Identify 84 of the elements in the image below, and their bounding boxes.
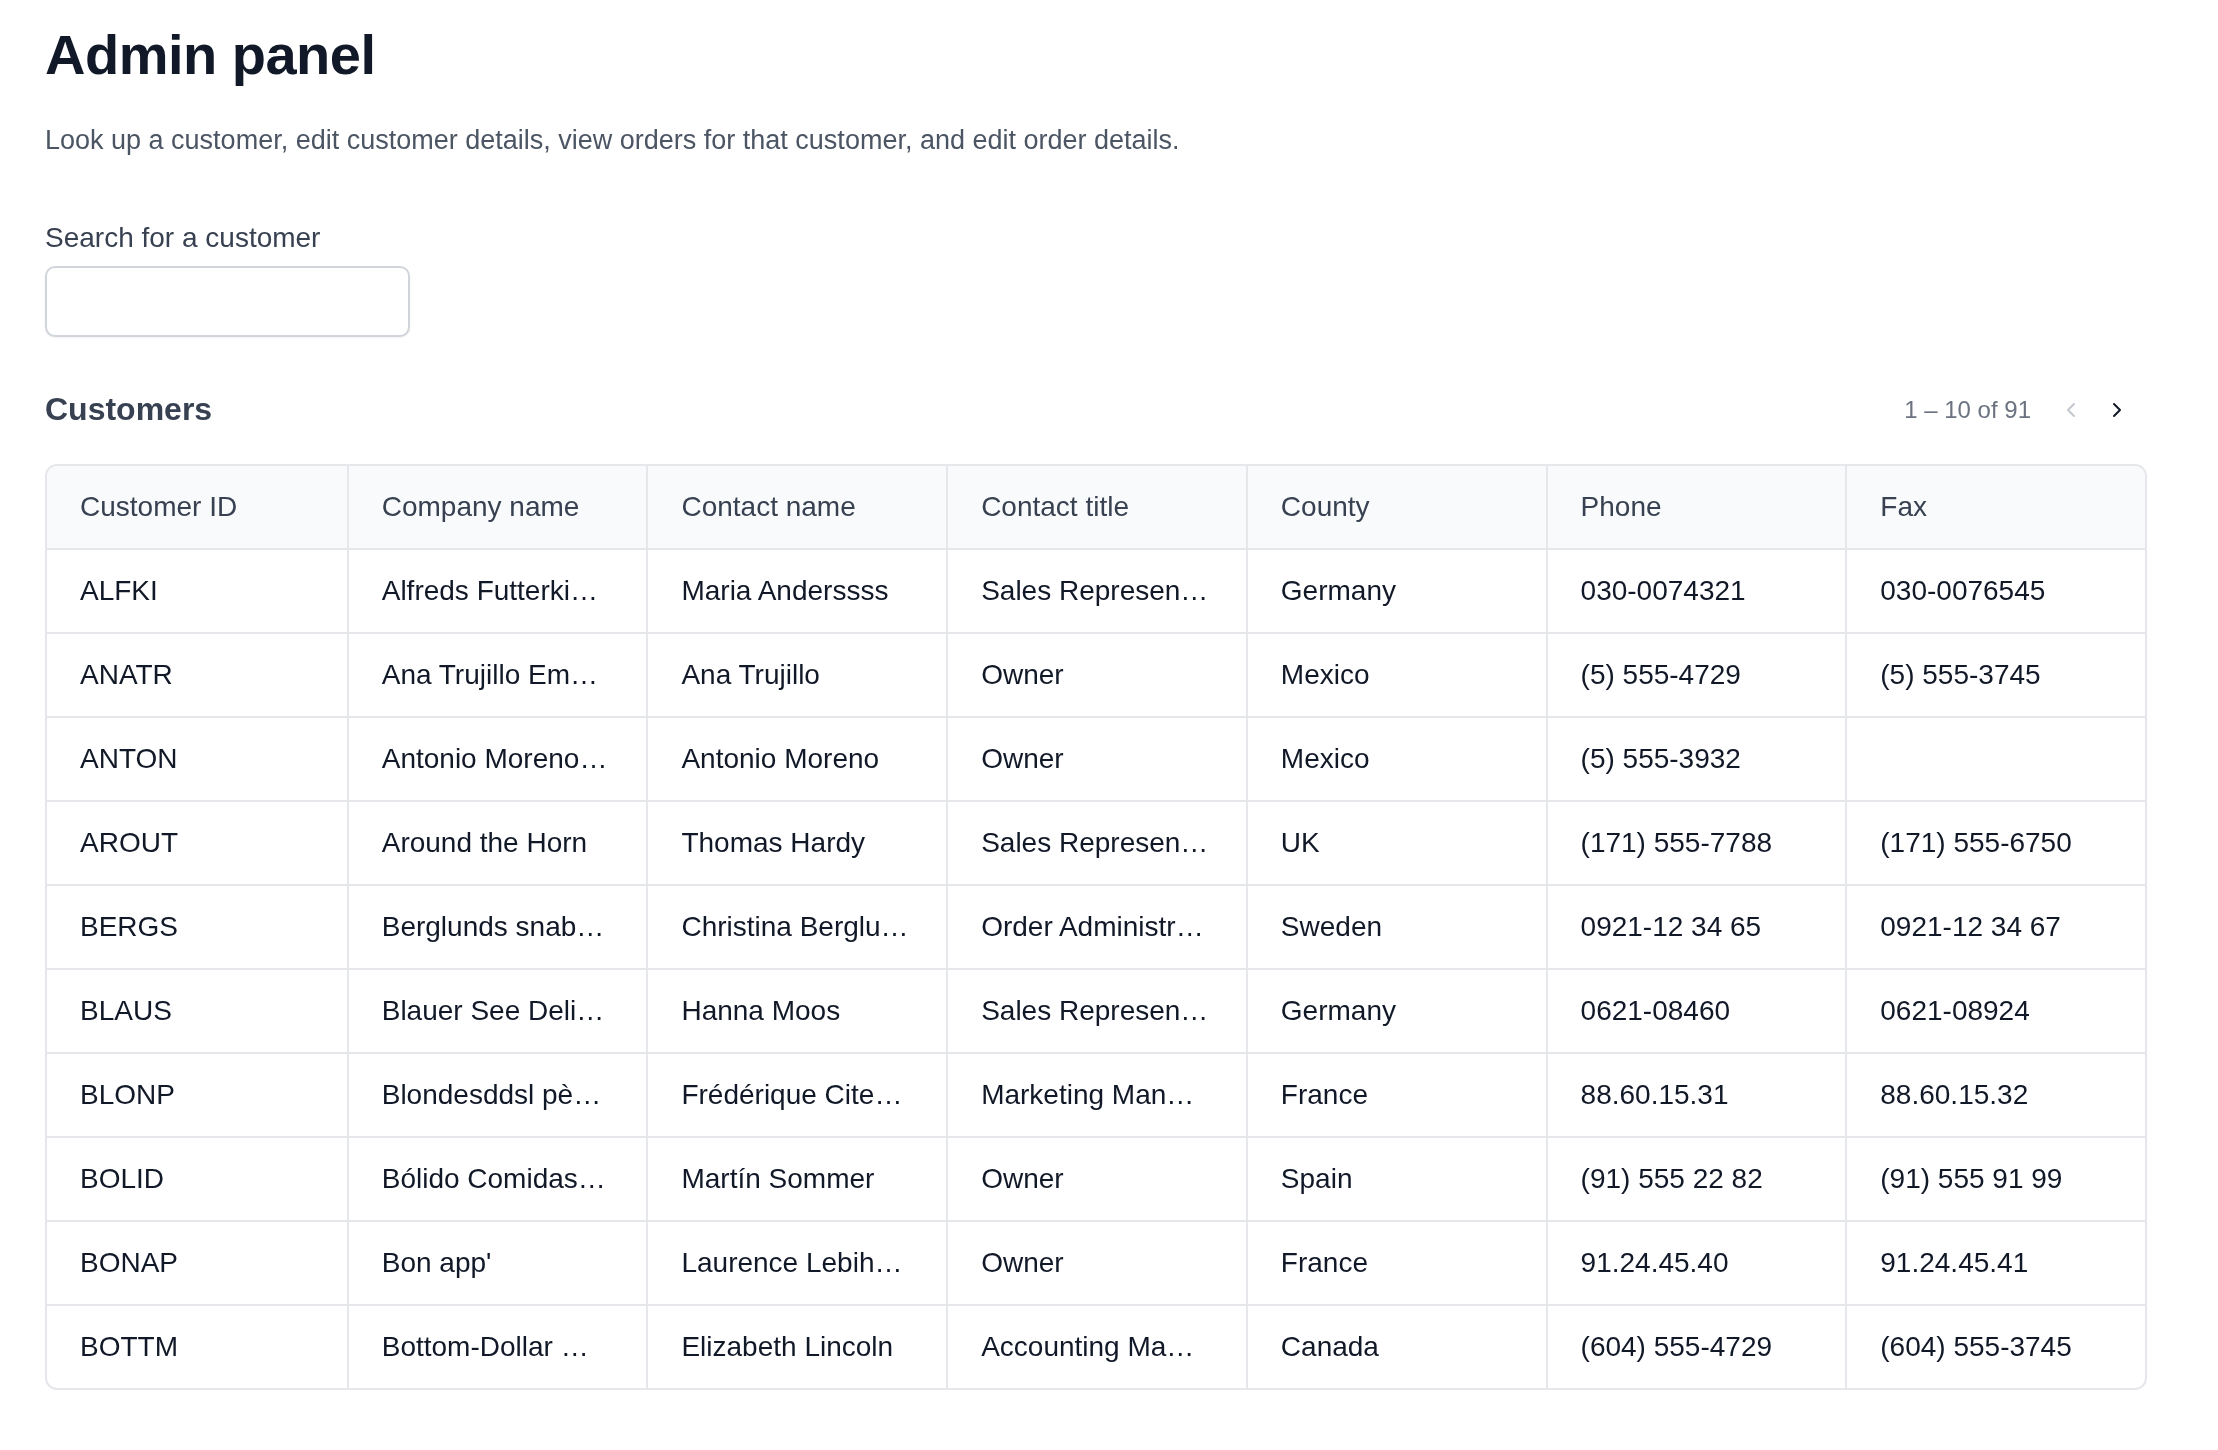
table-cell: France: [1245, 1054, 1546, 1136]
table-cell: Mexico: [1245, 718, 1546, 800]
table-cell-text: BONAP: [79, 1246, 180, 1280]
table-cell: (5) 555-4729: [1545, 634, 1846, 716]
table-cell: Spain: [1245, 1138, 1546, 1220]
table-cell: Sales Represen…: [946, 550, 1246, 632]
table-cell: Germany: [1245, 970, 1546, 1052]
table-cell: Frédérique Cite…: [646, 1054, 947, 1136]
section-title: Customers: [45, 391, 213, 428]
table-cell: Martín Sommer: [646, 1138, 947, 1220]
table-cell: Around the Horn: [346, 802, 647, 884]
table-cell-text: ALFKI: [79, 574, 159, 608]
table-cell: Blondesddsl pè…: [346, 1054, 647, 1136]
table-cell: Germany: [1245, 550, 1546, 632]
table-cell-text: BERGS: [79, 910, 180, 944]
table-cell: Bon app': [346, 1222, 647, 1304]
table-cell: 88.60.15.31: [1545, 1054, 1846, 1136]
column-header: Contact title: [946, 466, 1246, 548]
table-cell-text: ANATR: [79, 658, 174, 692]
column-header: Customer ID: [79, 490, 239, 524]
chevron-left-icon: [2065, 400, 2077, 419]
table-cell: Owner: [946, 1222, 1246, 1304]
table-cell: Marketing Man…: [946, 1054, 1246, 1136]
table-cell: 0921-12 34 65: [1545, 886, 1846, 968]
table-cell: 0621-08924: [1845, 970, 2145, 1052]
table-cell: Sales Represen…: [946, 802, 1246, 884]
column-header: Fax: [1845, 466, 2145, 548]
table-cell: Berglunds snab…: [346, 886, 647, 968]
pagination-range: 1 – 10 of 91: [1904, 395, 2031, 424]
table-cell: 030-0074321: [1545, 550, 1846, 632]
table-cell: 0621-08460: [1545, 970, 1846, 1052]
table-cell: Canada: [1245, 1306, 1546, 1388]
table-cell: (171) 555-6750: [1845, 802, 2145, 884]
table-cell-text: BOTTM: [79, 1330, 179, 1364]
table-cell: (171) 555-7788: [1545, 802, 1846, 884]
table-cell: (5) 555-3932: [1545, 718, 1846, 800]
table-cell: Thomas Hardy: [646, 802, 947, 884]
table-cell: Blauer See Deli…: [346, 970, 647, 1052]
page-description: Look up a customer, edit customer details, view orders for that customer, and edit order details.: [45, 125, 1180, 156]
column-header: Company name: [346, 466, 647, 548]
table-cell: 030-0076545: [1845, 550, 2145, 632]
table-cell: Sweden: [1245, 886, 1546, 968]
column-header: Phone: [1545, 466, 1846, 548]
page-title: Admin panel: [45, 22, 376, 87]
table-cell: (91) 555 91 99: [1845, 1138, 2145, 1220]
table-cell: Alfreds Futterki…: [346, 550, 647, 632]
table-cell: 91.24.45.41: [1845, 1222, 2145, 1304]
table-cell: Order Administr…: [946, 886, 1246, 968]
table-cell: France: [1245, 1222, 1546, 1304]
table-cell: Owner: [946, 1138, 1246, 1220]
table-cell-text: ANTON: [79, 742, 179, 776]
table-cell: 88.60.15.32: [1845, 1054, 2145, 1136]
table-cell: Accounting Ma…: [946, 1306, 1246, 1388]
table-cell: Antonio Moreno…: [346, 718, 647, 800]
table-cell: Sales Represen…: [946, 970, 1246, 1052]
table-cell: Mexico: [1245, 634, 1546, 716]
search-field[interactable]: [45, 266, 410, 337]
table-cell: Antonio Moreno: [646, 718, 947, 800]
search-label: Search for a customer: [45, 222, 321, 254]
table-cell: Owner: [946, 718, 1246, 800]
table-cell: Hanna Moos: [646, 970, 947, 1052]
table-cell: 0921-12 34 67: [1845, 886, 2145, 968]
table-cell: Laurence Lebih…: [646, 1222, 947, 1304]
table-cell: (604) 555-3745: [1845, 1306, 2145, 1388]
column-header: Contact name: [646, 466, 947, 548]
table-cell: Bólido Comidas…: [346, 1138, 647, 1220]
table-cell: Ana Trujillo Em…: [346, 634, 647, 716]
table-cell-text: BLONP: [79, 1078, 176, 1112]
table-cell-text: AROUT: [79, 826, 179, 860]
table-cell: Ana Trujillo: [646, 634, 947, 716]
table-cell: Maria Anderssss: [646, 550, 947, 632]
table-cell: Elizabeth Lincoln: [646, 1306, 947, 1388]
table-cell: UK: [1245, 802, 1546, 884]
table-cell-text: BLAUS: [79, 994, 173, 1028]
chevron-right-icon: [2111, 400, 2123, 419]
table-cell: (5) 555-3745: [1845, 634, 2145, 716]
table-cell: (604) 555-4729: [1545, 1306, 1846, 1388]
table-cell: 91.24.45.40: [1545, 1222, 1846, 1304]
column-header: County: [1245, 466, 1546, 548]
table-cell-text: BOLID: [79, 1162, 166, 1196]
table-cell: (91) 555 22 82: [1545, 1138, 1846, 1220]
table-cell: Owner: [946, 634, 1246, 716]
table-cell: Bottom-Dollar …: [346, 1306, 647, 1388]
table-cell: Christina Berglu…: [646, 886, 947, 968]
